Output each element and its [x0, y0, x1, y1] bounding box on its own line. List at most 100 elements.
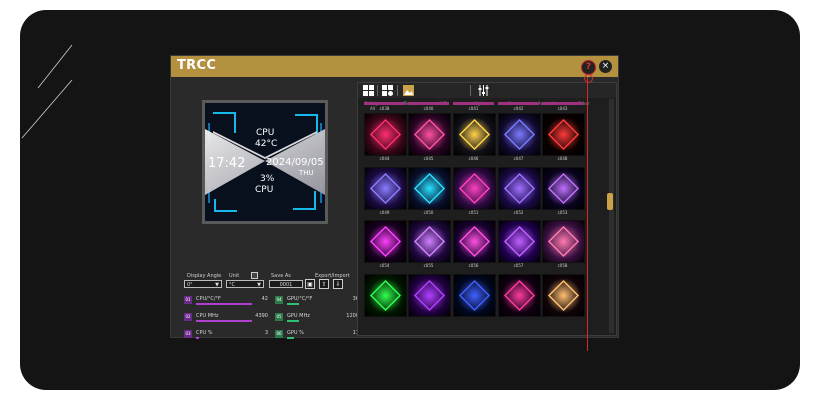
close-icon: ×: [601, 61, 610, 71]
thumbnail-partial[interactable]: [498, 102, 539, 105]
theme-thumbnail[interactable]: [542, 220, 585, 263]
decorative-lines: [21, 44, 73, 139]
sensor-label: GPU/°C/°F: [287, 296, 313, 302]
theme-thumbnail[interactable]: [542, 274, 585, 317]
save-as-field[interactable]: 0001: [269, 280, 303, 288]
image-icon[interactable]: [403, 85, 414, 96]
sensor-bar: [196, 320, 252, 322]
theme-thumbnail[interactable]: [364, 167, 407, 210]
save-button[interactable]: ▣: [305, 279, 315, 289]
theme-thumbnail[interactable]: [498, 113, 541, 156]
export-button[interactable]: ⇧: [319, 279, 329, 289]
theme-thumbnail[interactable]: [364, 113, 407, 156]
thumbnail-shape: [369, 118, 402, 151]
theme-thumbnail[interactable]: [408, 113, 451, 156]
theme-thumbnail[interactable]: [453, 167, 496, 210]
theme-thumbnail[interactable]: [364, 220, 407, 263]
thumbnail-shape: [413, 279, 446, 312]
thumbnail-caption: c057: [513, 263, 524, 268]
sensor-tag: 03: [184, 330, 192, 338]
sensor-label: GPU %: [287, 330, 304, 336]
theme-thumbnail[interactable]: [408, 220, 451, 263]
theme-thumbnail[interactable]: [453, 113, 496, 156]
preview-cpu-label-bottom: CPU: [255, 185, 274, 195]
sensor-label: CPU/°C/°F: [196, 296, 221, 302]
thumbnail-shape: [547, 279, 580, 312]
thumbnail-shape: [458, 279, 491, 312]
sensor-label: CPU %: [196, 330, 213, 336]
thumbnail-art: [547, 279, 580, 312]
help-button[interactable]: ?: [581, 60, 596, 75]
theme-thumbnail[interactable]: [542, 113, 585, 156]
scrollbar-thumb[interactable]: [607, 193, 613, 210]
sensor-value: 3: [264, 330, 268, 336]
close-button[interactable]: ×: [599, 60, 612, 73]
theme-thumbnail[interactable]: [542, 167, 585, 210]
theme-thumbnail[interactable]: [364, 274, 407, 317]
display-angle-select[interactable]: 0° ▼: [184, 280, 222, 288]
thumbnail-shape: [458, 118, 491, 151]
scrollbar-track[interactable]: [609, 99, 614, 333]
chevron-down-icon: ▼: [215, 282, 219, 288]
annotation-marker: [584, 74, 593, 83]
thumbnail-art: [547, 225, 580, 258]
thumbnail-caption: c052: [513, 210, 524, 215]
thumbnail-art: [413, 279, 446, 312]
thumbnail-partial[interactable]: [408, 102, 449, 105]
sensor-row[interactable]: 03 CPU % 3: [184, 329, 270, 340]
theme-thumbnail[interactable]: [453, 274, 496, 317]
preview-cpu-temp: 42°C: [255, 139, 278, 149]
theme-thumbnail[interactable]: [408, 167, 451, 210]
thumbnail-shape: [458, 225, 491, 258]
sensor-label: CPU MHz: [196, 313, 219, 319]
import-button[interactable]: ⇩: [333, 279, 343, 289]
thumbnail-shape: [503, 225, 536, 258]
thumbnail-shape: [458, 172, 491, 205]
sensor-row[interactable]: 02 CPU MHz 4390: [184, 312, 270, 323]
unit-select[interactable]: °C ▼: [226, 280, 264, 288]
thumbnail-caption: c047: [513, 156, 524, 161]
theme-thumbnail[interactable]: [453, 220, 496, 263]
sliders-icon[interactable]: [478, 85, 489, 96]
theme-gallery: GalleryTechHUDLightNatureAestheticOther …: [357, 82, 617, 336]
thumbnail-art: [413, 118, 446, 151]
display-angle-label: Display Angle: [187, 273, 222, 279]
sensor-row[interactable]: 06 GPU % 17: [275, 329, 361, 340]
preview-cpu-label-top: CPU: [256, 128, 275, 138]
cloud-grid-icon[interactable]: [382, 85, 393, 96]
thumbnail-caption: c049: [379, 210, 390, 215]
app-title: TRCC: [177, 58, 217, 73]
thumbnail-partial[interactable]: [453, 102, 494, 105]
theme-thumbnail[interactable]: [498, 220, 541, 263]
sensor-row[interactable]: 01 CPU/°C/°F 42: [184, 295, 270, 306]
thumbnail-caption: c041: [468, 106, 479, 111]
thumbnail-caption: c056: [468, 263, 479, 268]
thumbnail-art: [369, 118, 402, 151]
thumbnail-partial[interactable]: [542, 102, 583, 105]
sensor-row[interactable]: 04 GPU/°C/°F 36: [275, 295, 361, 306]
thumbnail-art: [413, 172, 446, 205]
thumbnail-art: [547, 118, 580, 151]
unit-toggle[interactable]: [251, 272, 258, 279]
thumbnail-caption: c058: [557, 263, 568, 268]
theme-thumbnail[interactable]: [498, 167, 541, 210]
annotation-line: [587, 77, 588, 351]
thumbnail-shape: [503, 118, 536, 151]
theme-thumbnail[interactable]: [408, 274, 451, 317]
grid-icon[interactable]: [363, 85, 374, 96]
sensor-tag: 06: [275, 330, 283, 338]
sensor-tag: 02: [184, 313, 192, 321]
theme-thumbnail[interactable]: [498, 274, 541, 317]
sensor-row[interactable]: 05 GPU MHz 1200: [275, 312, 361, 323]
thumbnail-partial[interactable]: [364, 102, 405, 105]
save-icon: ▣: [307, 281, 313, 288]
thumbnail-caption: c045: [423, 156, 434, 161]
trcc-window: TRCC ? × CPU 42°C 17:42 2024/09/05 THU 3…: [170, 55, 619, 340]
thumbnail-art: [413, 225, 446, 258]
sensor-tag: 01: [184, 296, 192, 304]
thumbnail-caption: c046: [468, 156, 479, 161]
thumbnail-shape: [503, 172, 536, 205]
thumbnail-caption: c050: [423, 210, 434, 215]
thumbnail-caption: c044: [379, 156, 390, 161]
thumbnail-shape: [547, 118, 580, 151]
